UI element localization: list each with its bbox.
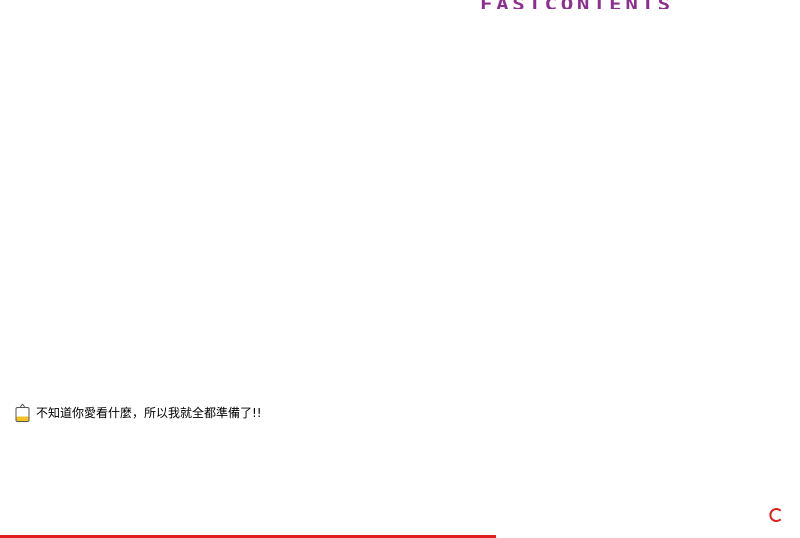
page: FASTCONTENTS 不知道你愛看什麼，所以我就全都準備了!!: [0, 0, 800, 538]
tagline: 不知道你愛看什麼，所以我就全都準備了!!: [14, 403, 262, 423]
tagline-text: 不知道你愛看什麼，所以我就全都準備了!!: [36, 406, 262, 420]
shopping-bag-icon: [15, 403, 30, 422]
loading-spinner-icon: [769, 508, 781, 522]
site-logo[interactable]: FASTCONTENTS: [480, 0, 674, 9]
